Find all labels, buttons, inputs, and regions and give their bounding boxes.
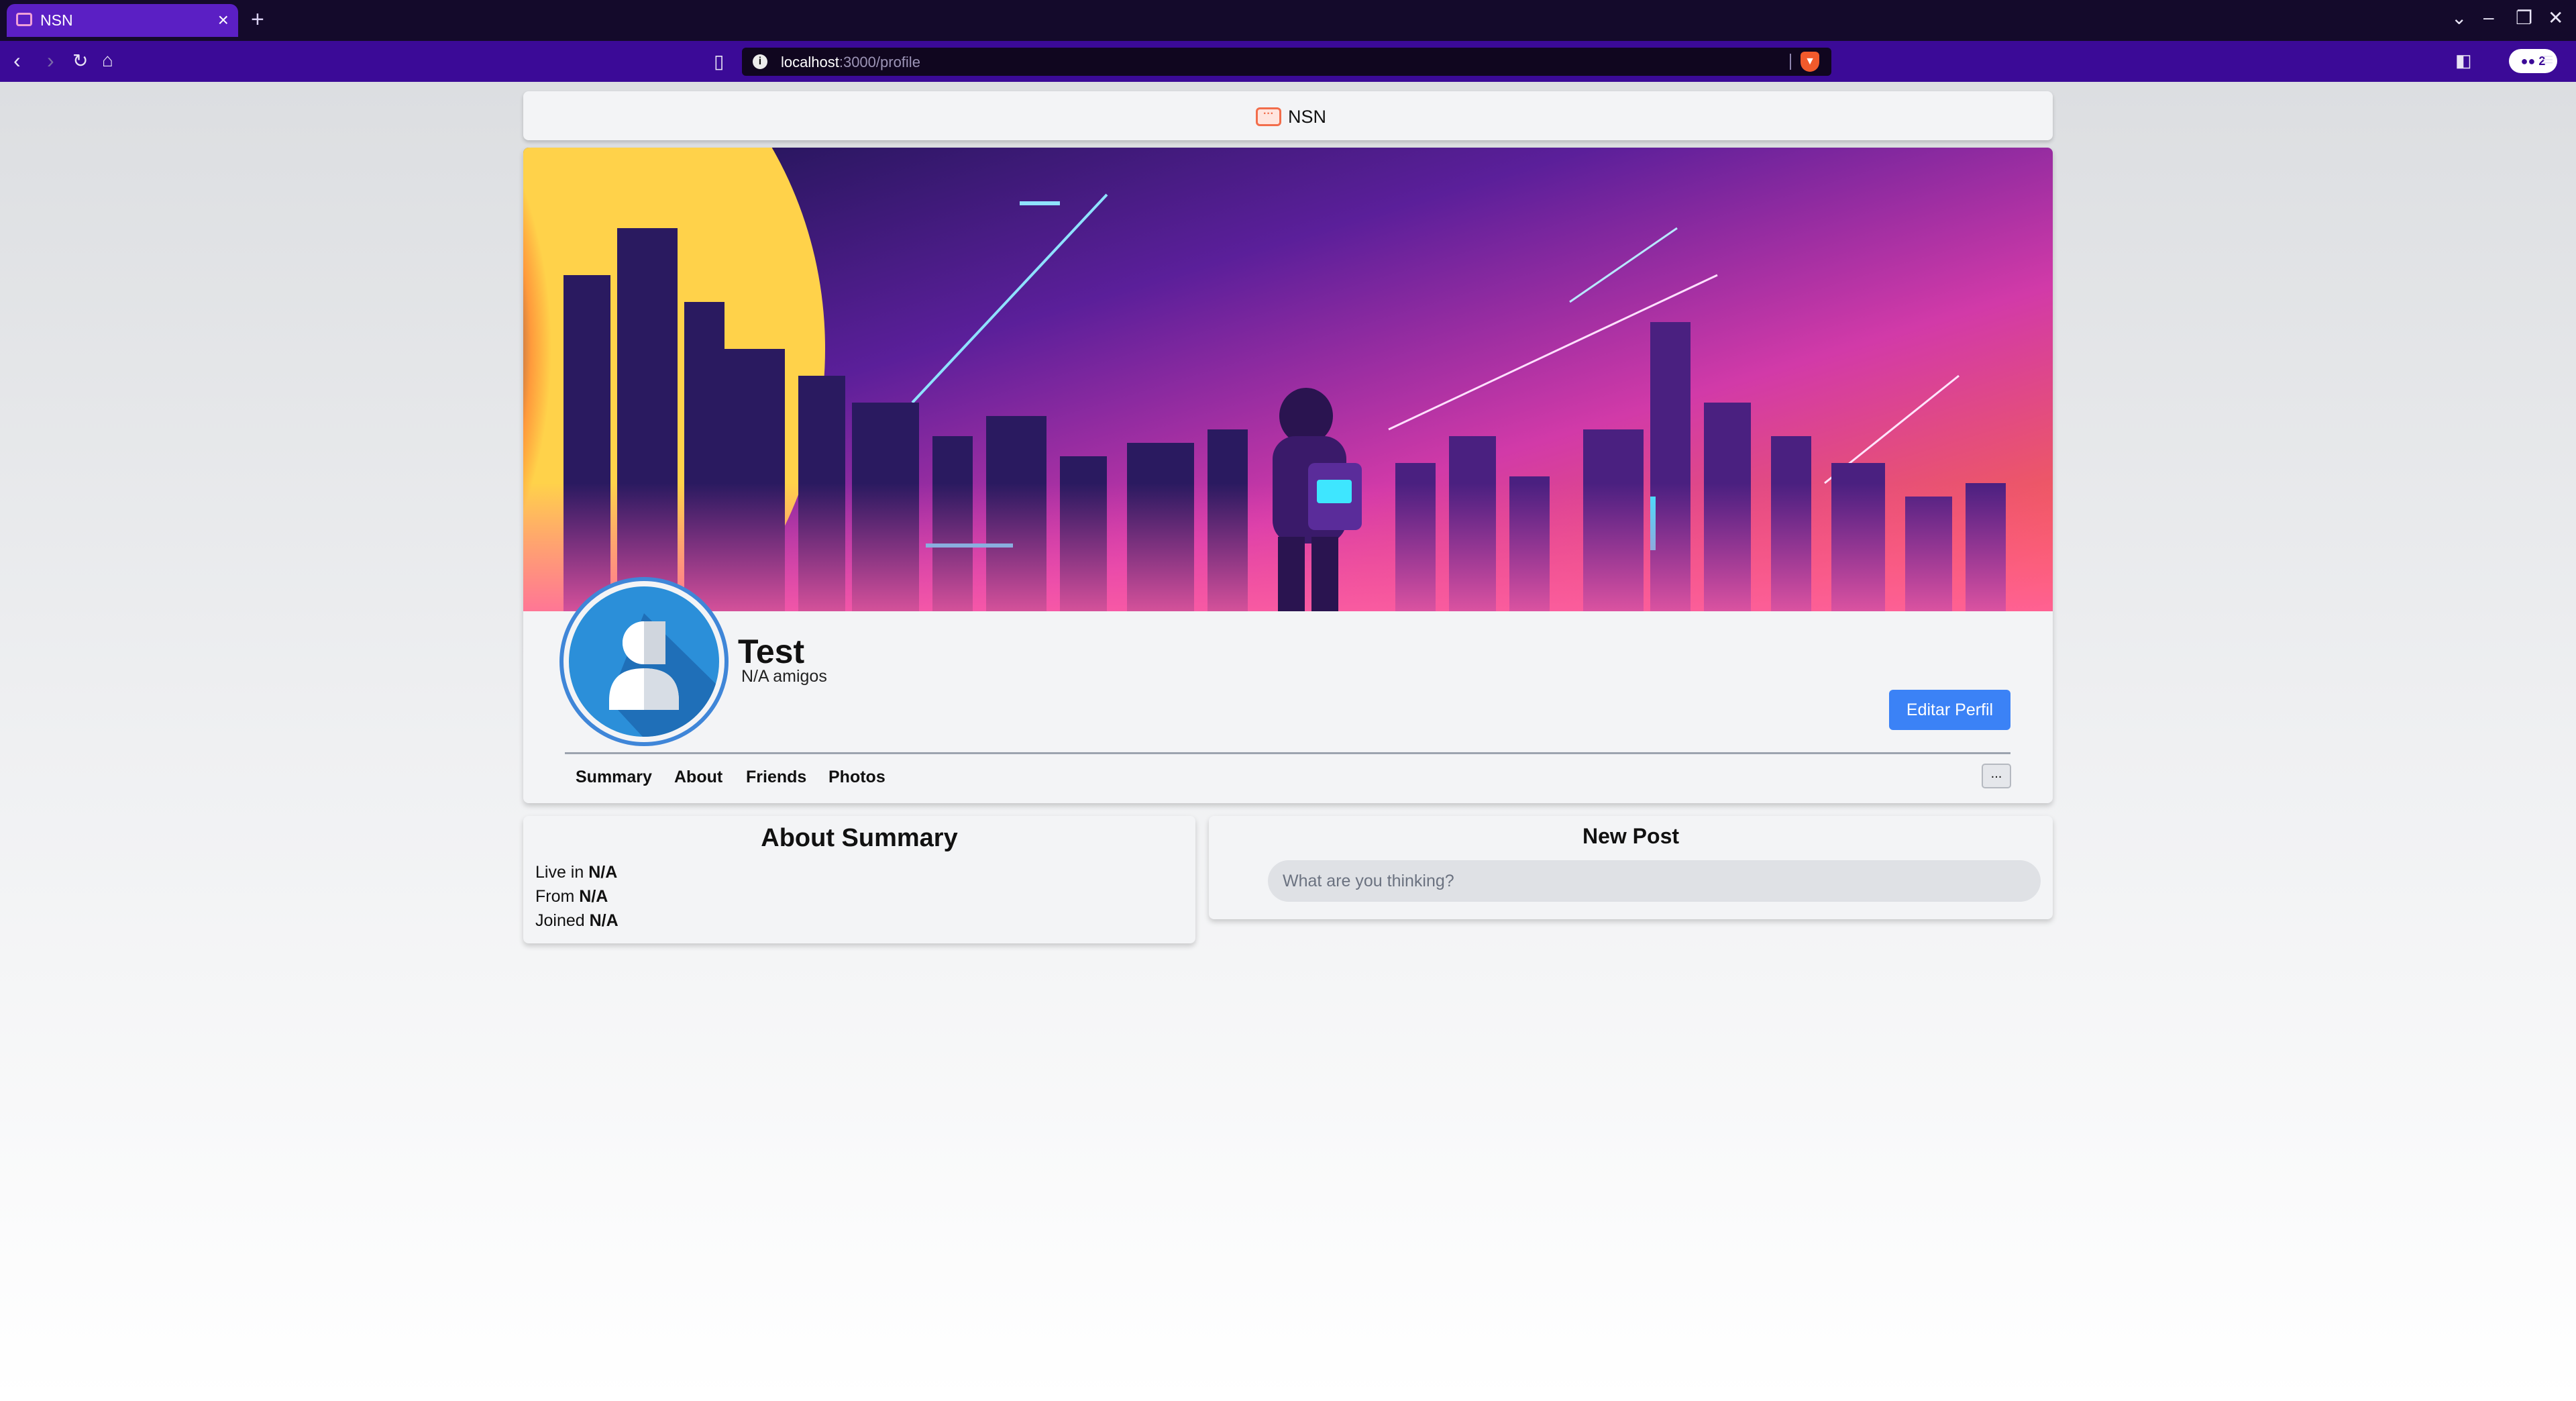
new-tab-icon[interactable]: + <box>251 7 264 33</box>
new-post-card: New Post <box>1209 816 2053 919</box>
home-icon[interactable]: ⌂ <box>102 50 113 71</box>
browser-tab-strip: NSN × + ⌄ – ❐ ✕ <box>0 0 2576 41</box>
menu-icon[interactable]: ≡ <box>2542 49 2553 70</box>
url-path: :3000/profile <box>839 54 920 70</box>
browser-toolbar: ‹ › ↻ ⌂ ▯ i localhost:3000/profile ▼ ◧ ●… <box>0 41 2576 82</box>
from-value: N/A <box>579 887 608 906</box>
chat-bubble-icon: ··· <box>1256 107 1281 126</box>
address-bar[interactable]: i localhost:3000/profile ▼ <box>742 48 1831 76</box>
tab-photos[interactable]: Photos <box>828 768 885 787</box>
about-joined: Joined N/A <box>535 911 619 931</box>
tab-friends[interactable]: Friends <box>746 768 806 787</box>
lives-value: N/A <box>588 863 618 882</box>
maximize-icon[interactable]: ❐ <box>2516 7 2532 29</box>
friends-count: N/A amigos <box>741 667 827 686</box>
joined-value: N/A <box>589 911 619 930</box>
edit-profile-button[interactable]: Editar Perfil <box>1889 690 2010 730</box>
brand[interactable]: ··· NSN <box>1256 105 1326 129</box>
cover-image <box>523 148 2053 611</box>
site-info-icon[interactable]: i <box>753 54 767 69</box>
tab-about[interactable]: About <box>674 768 722 787</box>
tab-list-chevron-icon[interactable]: ⌄ <box>2451 7 2467 29</box>
brand-name: NSN <box>1288 106 1327 127</box>
tab-favicon-icon <box>16 13 32 26</box>
profile-card: Test N/A amigos Editar Perfil Summary Ab… <box>523 148 2053 803</box>
bookmark-icon[interactable]: ▯ <box>714 50 724 72</box>
post-input[interactable] <box>1268 860 2041 902</box>
browser-tab-active[interactable]: NSN × <box>7 4 238 37</box>
window-close-icon[interactable]: ✕ <box>2548 7 2563 29</box>
tab-close-icon[interactable]: × <box>218 9 229 31</box>
lives-label: Live in <box>535 863 584 882</box>
address-text: localhost:3000/profile <box>781 54 920 71</box>
joined-label: Joined <box>535 911 585 930</box>
minimize-icon[interactable]: – <box>2483 7 2494 28</box>
forward-icon[interactable]: › <box>47 48 54 73</box>
about-lives-in: Live in N/A <box>535 863 617 882</box>
profile-divider <box>565 752 2010 754</box>
sidebar-toggle-icon[interactable]: ◧ <box>2455 50 2472 71</box>
user-silhouette-icon <box>609 613 719 737</box>
more-options-button[interactable]: ... <box>1982 764 2011 788</box>
avatar[interactable] <box>564 581 724 742</box>
about-summary-card: About Summary Live in N/A From N/A Joine… <box>523 816 1195 943</box>
brave-shield-icon[interactable]: ▼ <box>1801 52 1819 72</box>
tab-summary[interactable]: Summary <box>576 768 652 787</box>
page-viewport: ··· NSN Test N/A amigos Editar Perfil Su… <box>0 82 2576 1401</box>
about-title: About Summary <box>761 824 958 852</box>
top-navbar: ··· NSN <box>523 91 2053 140</box>
back-icon[interactable]: ‹ <box>13 48 21 73</box>
new-post-title: New Post <box>1582 824 1680 848</box>
from-label: From <box>535 887 575 906</box>
about-from: From N/A <box>535 887 608 906</box>
profile-name: Test <box>738 633 805 670</box>
tab-title: NSN <box>40 11 73 29</box>
address-separator <box>1790 54 1791 70</box>
url-host: localhost <box>781 54 839 70</box>
reload-icon[interactable]: ↻ <box>72 50 88 72</box>
